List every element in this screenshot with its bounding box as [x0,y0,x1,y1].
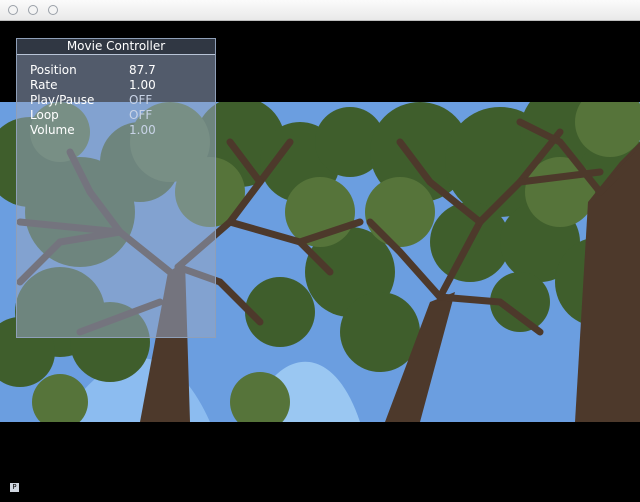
controller-title: Movie Controller [17,39,215,55]
play-pause-value: OFF [129,93,153,107]
loop-value: OFF [129,108,153,122]
window-titlebar [0,0,640,21]
zoom-window-button[interactable] [48,5,58,15]
minimize-window-button[interactable] [28,5,38,15]
position-label: Position [30,63,77,77]
rate-label: Rate [30,78,58,92]
volume-label: Volume [30,123,75,137]
loop-label: Loop [30,108,59,122]
rate-value: 1.00 [129,78,156,92]
close-window-button[interactable] [8,5,18,15]
processing-app-icon: P [10,483,19,492]
play-pause-label: Play/Pause [30,93,95,107]
volume-value: 1.00 [129,123,156,137]
position-value: 87.7 [129,63,156,77]
movie-controller-panel: Movie Controller Position 87.7 Rate 1.00… [16,38,216,338]
